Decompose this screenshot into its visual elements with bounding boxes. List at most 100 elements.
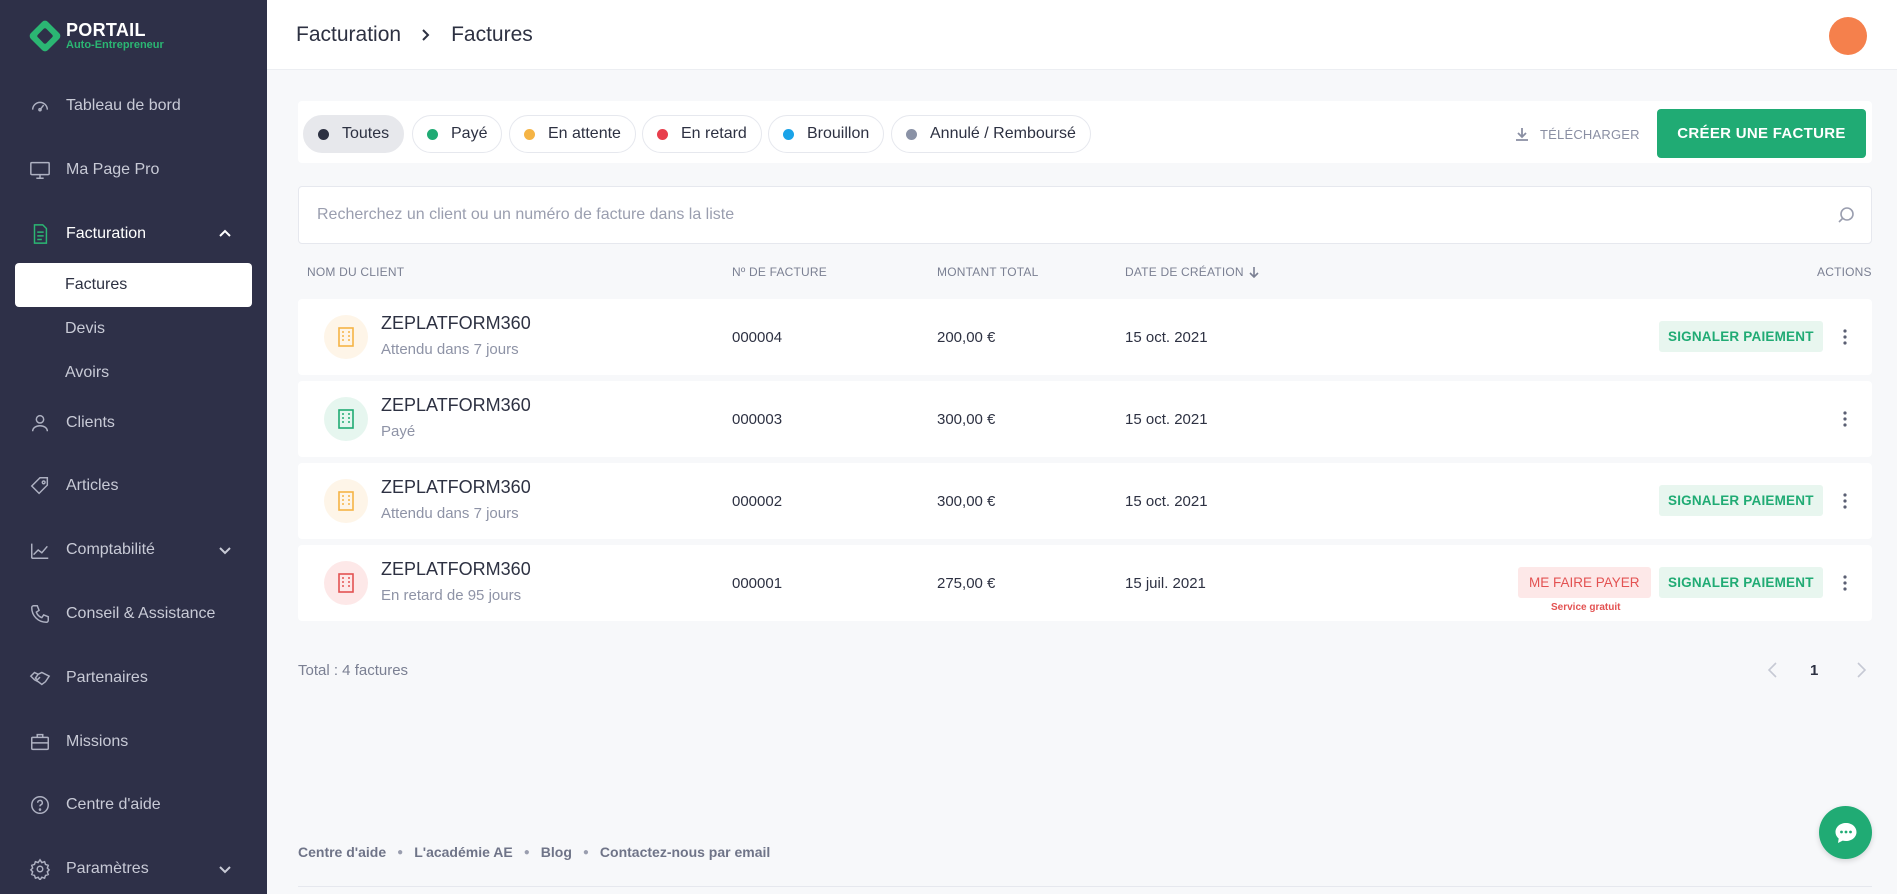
more-vertical-icon[interactable]: [1833, 407, 1857, 431]
chart-icon: [28, 538, 52, 562]
column-header-date-label: DATE DE CRÉATION: [1125, 265, 1244, 279]
column-header-date[interactable]: DATE DE CRÉATION: [1125, 265, 1260, 279]
status-dot: [524, 128, 535, 140]
sidebar-subitem-factures[interactable]: Factures: [15, 263, 252, 307]
briefcase-icon: [28, 730, 52, 754]
search-input[interactable]: [317, 187, 1797, 243]
sidebar-item-missions[interactable]: Missions: [0, 722, 267, 762]
user-icon: [28, 411, 52, 435]
building-icon: [324, 315, 368, 359]
column-header-number[interactable]: Nº DE FACTURE: [732, 265, 827, 279]
filter-label: Annulé / Remboursé: [930, 125, 1076, 142]
page-number[interactable]: 1: [1810, 662, 1818, 679]
building-icon: [324, 479, 368, 523]
sidebar-subitem-avoirs[interactable]: Avoirs: [15, 351, 252, 395]
client-name[interactable]: ZEPLATFORM360: [381, 313, 531, 334]
client-name[interactable]: ZEPLATFORM360: [381, 477, 531, 498]
invoice-status: En retard de 95 jours: [381, 587, 522, 604]
bullet-separator: ●: [523, 846, 530, 858]
sidebar-item-comptabilite[interactable]: Comptabilité: [0, 530, 267, 570]
filter-en-retard[interactable]: En retard: [642, 115, 762, 153]
more-vertical-icon[interactable]: [1833, 489, 1857, 513]
footer-link-academie[interactable]: L'académie AE: [414, 844, 513, 860]
free-service-note: Service gratuit: [1551, 602, 1621, 613]
status-dot: [906, 128, 917, 140]
column-header-amount[interactable]: MONTANT TOTAL: [937, 265, 1039, 279]
more-vertical-icon[interactable]: [1833, 571, 1857, 595]
building-icon: [324, 561, 368, 605]
phone-icon: [28, 602, 52, 626]
filter-en-attente[interactable]: En attente: [509, 115, 636, 153]
invoice-total-count: Total : 4 factures: [298, 662, 409, 679]
invoice-number: 000004: [732, 329, 783, 346]
more-vertical-icon[interactable]: [1833, 325, 1857, 349]
logo-title: PORTAIL: [66, 20, 146, 40]
table-row[interactable]: ZEPLATFORM360 Payé 000003 300,00 € 15 oc…: [298, 381, 1872, 457]
sidebar-item-label: Ma Page Pro: [66, 161, 160, 178]
sidebar-item-partenaires[interactable]: Partenaires: [0, 658, 267, 698]
sidebar-item-parametres[interactable]: Paramètres: [0, 849, 267, 889]
filter-toutes[interactable]: Toutes: [303, 115, 405, 153]
invoice-date: 15 oct. 2021: [1125, 329, 1208, 346]
get-paid-button[interactable]: ME FAIRE PAYER: [1518, 567, 1651, 598]
invoice-date: 15 oct. 2021: [1125, 493, 1208, 510]
invoice-status: Attendu dans 7 jours: [381, 505, 519, 522]
column-header-client[interactable]: NOM DU CLIENT: [307, 265, 404, 279]
footer-link-centre-aide[interactable]: Centre d'aide: [298, 844, 386, 860]
client-name[interactable]: ZEPLATFORM360: [381, 395, 531, 416]
chevron-right-icon: [419, 28, 433, 42]
signal-payment-button[interactable]: SIGNALER PAIEMENT: [1659, 485, 1823, 516]
invoice-number: 000001: [732, 575, 783, 592]
sidebar-item-label: Articles: [66, 477, 119, 494]
chat-button[interactable]: [1819, 806, 1872, 859]
sidebar-item-label: Paramètres: [66, 860, 149, 877]
invoice-amount: 200,00 €: [937, 329, 996, 346]
filter-brouillon[interactable]: Brouillon: [768, 115, 885, 153]
footer-link-blog[interactable]: Blog: [541, 844, 572, 860]
chevron-down-icon[interactable]: [217, 542, 233, 558]
create-invoice-button[interactable]: CRÉER UNE FACTURE: [1657, 109, 1866, 158]
status-dot: [657, 128, 668, 140]
chevron-up-icon[interactable]: [217, 226, 233, 242]
filter-label: Brouillon: [807, 125, 870, 142]
filter-paye[interactable]: Payé: [412, 115, 503, 153]
sidebar-item-label: Comptabilité: [66, 541, 155, 558]
invoice-number: 000003: [732, 411, 783, 428]
sidebar-item-tableau-de-bord[interactable]: Tableau de bord: [0, 86, 267, 126]
signal-payment-button[interactable]: SIGNALER PAIEMENT: [1659, 321, 1823, 352]
table-row[interactable]: ZEPLATFORM360 Attendu dans 7 jours 00000…: [298, 299, 1872, 375]
avatar[interactable]: [1829, 17, 1867, 55]
search-icon[interactable]: [1837, 206, 1855, 224]
chevron-down-icon[interactable]: [217, 861, 233, 877]
client-name[interactable]: ZEPLATFORM360: [381, 559, 531, 580]
sidebar-item-centre-aide[interactable]: Centre d'aide: [0, 785, 267, 825]
sidebar-item-conseil-assistance[interactable]: Conseil & Assistance: [0, 594, 267, 634]
sidebar-item-ma-page-pro[interactable]: Ma Page Pro: [0, 150, 267, 190]
chevron-right-icon[interactable]: [1851, 660, 1871, 680]
column-header-actions: ACTIONS: [1817, 265, 1872, 279]
sidebar-subitem-devis[interactable]: Devis: [15, 307, 252, 351]
chevron-left-icon[interactable]: [1763, 660, 1783, 680]
table-row[interactable]: ZEPLATFORM360 Attendu dans 7 jours 00000…: [298, 463, 1872, 539]
signal-payment-button[interactable]: SIGNALER PAIEMENT: [1659, 567, 1823, 598]
search-bar: [298, 186, 1872, 244]
bullet-separator: ●: [397, 846, 404, 858]
filter-annule-rembourse[interactable]: Annulé / Remboursé: [891, 115, 1091, 153]
sidebar-item-facturation[interactable]: Facturation: [0, 214, 267, 254]
app-logo[interactable]: PORTAIL Auto-Entrepreneur: [28, 18, 164, 54]
dashboard-icon: [28, 94, 52, 118]
breadcrumb-facturation[interactable]: Facturation: [296, 23, 401, 47]
logo-subtitle: Auto-Entrepreneur: [66, 39, 164, 51]
sidebar-item-label: Tableau de bord: [66, 97, 181, 114]
filter-label: En retard: [681, 125, 747, 142]
download-button[interactable]: TÉLÉCHARGER: [1514, 122, 1640, 146]
help-icon: [28, 793, 52, 817]
table-row[interactable]: ZEPLATFORM360 En retard de 95 jours 0000…: [298, 545, 1872, 621]
footer-link-contact[interactable]: Contactez-nous par email: [600, 844, 770, 860]
status-dot: [318, 128, 329, 140]
invoice-amount: 275,00 €: [937, 575, 996, 592]
document-icon: [28, 222, 52, 246]
chat-icon: [1835, 822, 1856, 843]
sidebar-item-clients[interactable]: Clients: [0, 403, 267, 443]
sidebar-item-articles[interactable]: Articles: [0, 466, 267, 506]
